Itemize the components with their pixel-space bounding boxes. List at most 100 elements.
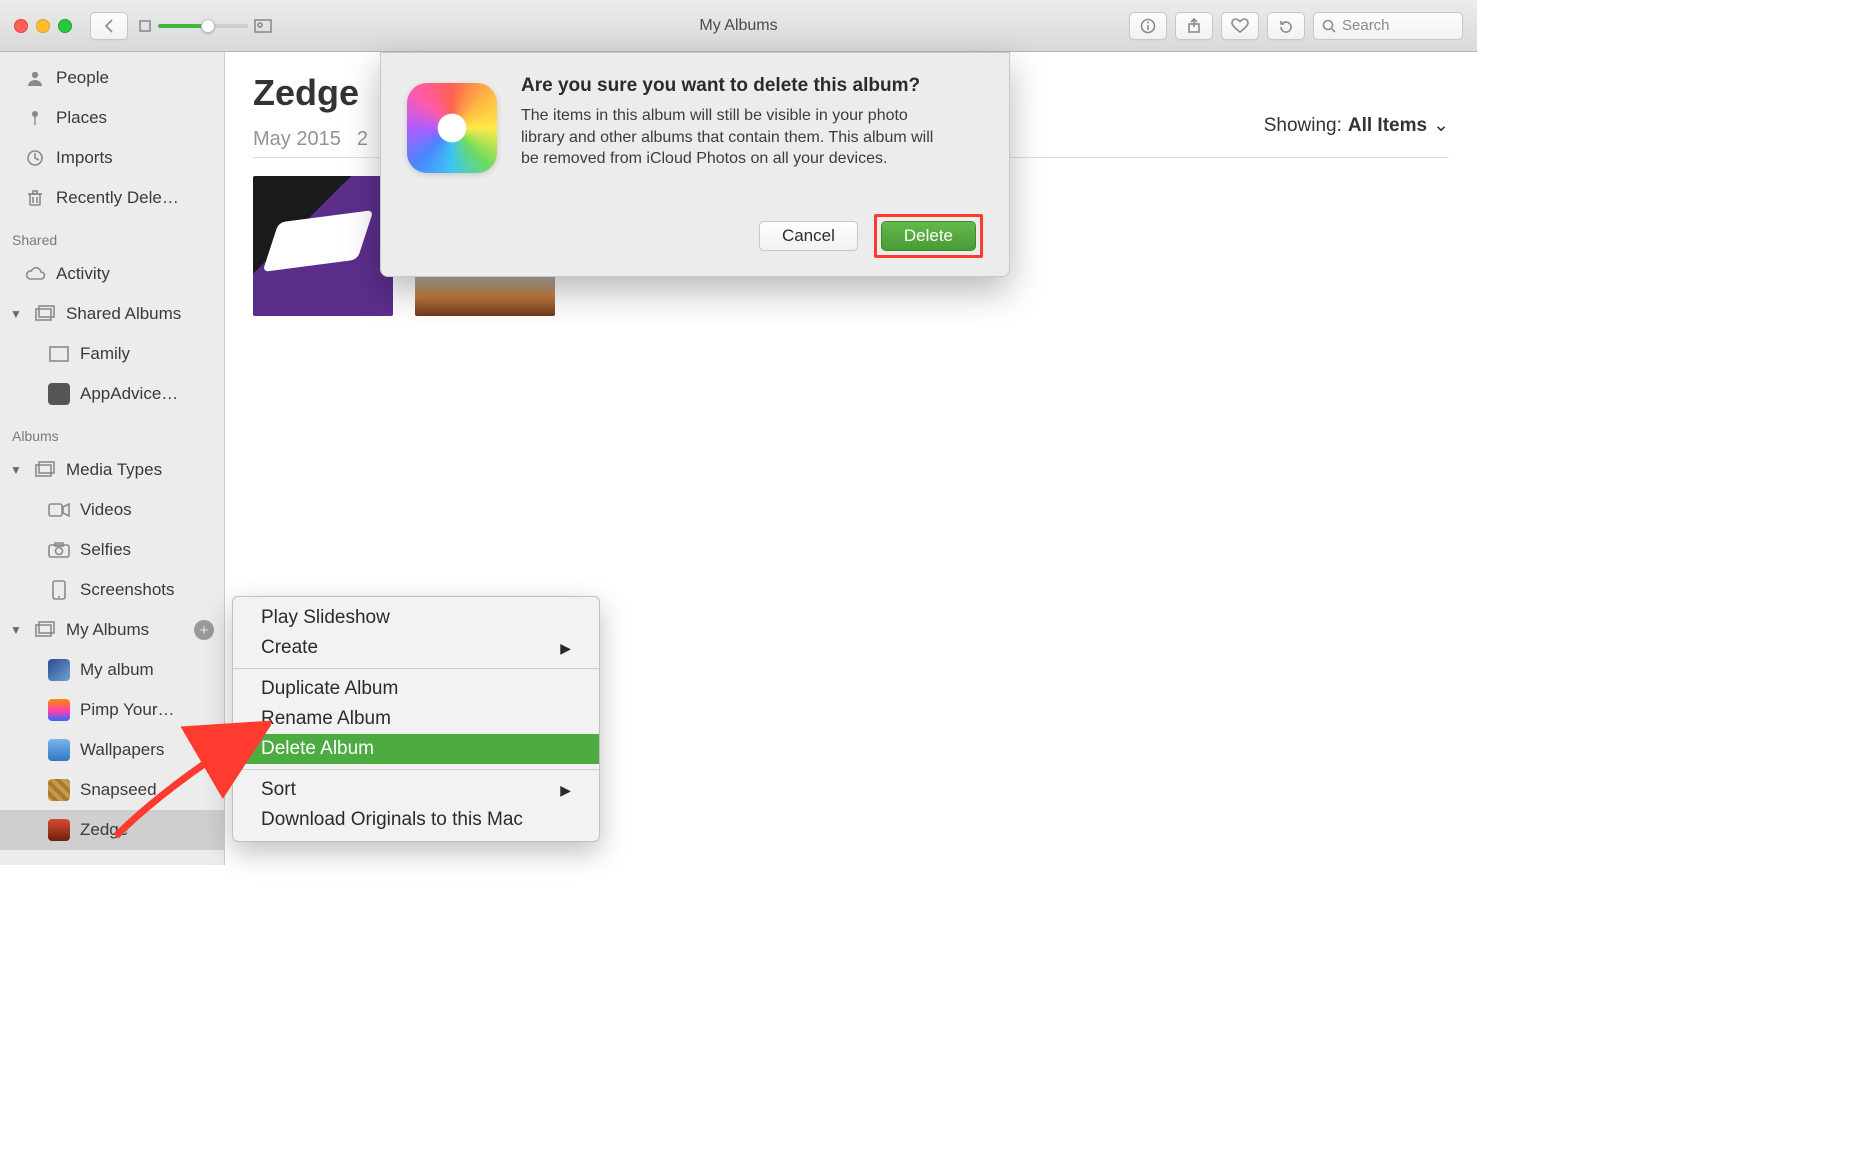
- search-icon: [1322, 19, 1336, 33]
- search-field[interactable]: Search: [1313, 12, 1463, 40]
- dialog-body: The items in this album will still be vi…: [521, 105, 951, 170]
- camera-icon: [48, 539, 70, 561]
- context-menu: Play Slideshow Create ▶ Duplicate Album R…: [232, 596, 600, 842]
- sidebar-item-wallpapers[interactable]: Wallpapers: [0, 730, 224, 770]
- sidebar-item-activity[interactable]: Activity: [0, 254, 224, 294]
- dialog-title: Are you sure you want to delete this alb…: [521, 75, 951, 97]
- button-label: Cancel: [782, 226, 835, 246]
- back-button[interactable]: [90, 12, 128, 40]
- sidebar-section-albums: Albums: [0, 414, 224, 450]
- window-controls: [14, 19, 72, 33]
- sidebar-item-places[interactable]: Places: [0, 98, 224, 138]
- sidebar-label: AppAdvice…: [80, 384, 178, 404]
- pin-icon: [24, 107, 46, 129]
- sidebar-item-zedge[interactable]: Zedge: [0, 810, 224, 850]
- ctx-duplicate-album[interactable]: Duplicate Album: [233, 674, 599, 704]
- annotation-highlight: Delete: [874, 214, 983, 258]
- add-album-button[interactable]: +: [194, 620, 214, 640]
- sidebar-item-videos[interactable]: Videos: [0, 490, 224, 530]
- sidebar-item-imports[interactable]: Imports: [0, 138, 224, 178]
- sidebar-section-shared: Shared: [0, 218, 224, 254]
- albums-icon: [34, 459, 56, 481]
- thumb-large-icon: [254, 19, 272, 33]
- ctx-label: Create: [261, 637, 318, 659]
- share-button[interactable]: [1175, 12, 1213, 40]
- sidebar-item-appadvice[interactable]: AppAdvice…: [0, 374, 224, 414]
- favorite-button[interactable]: [1221, 12, 1259, 40]
- album-icon: [48, 343, 70, 365]
- album-thumb-icon: [48, 779, 70, 801]
- button-label: Delete: [904, 226, 953, 246]
- sidebar-item-family[interactable]: Family: [0, 334, 224, 374]
- device-icon: [48, 579, 70, 601]
- ctx-label: Download Originals to this Mac: [261, 809, 523, 831]
- sidebar-label: Imports: [56, 148, 113, 168]
- ctx-rename-album[interactable]: Rename Album: [233, 704, 599, 734]
- submenu-arrow-icon: ▶: [560, 640, 571, 657]
- minimize-window-button[interactable]: [36, 19, 50, 33]
- sidebar-label: Activity: [56, 264, 110, 284]
- search-placeholder: Search: [1342, 17, 1390, 34]
- showing-filter[interactable]: Showing: All Items ⌄: [1264, 114, 1449, 137]
- sidebar-item-snapseed[interactable]: Snapseed: [0, 770, 224, 810]
- sidebar-label: My Albums: [66, 620, 149, 640]
- submenu-arrow-icon: ▶: [560, 782, 571, 799]
- ctx-label: Sort: [261, 779, 296, 801]
- album-date: May 2015: [253, 128, 341, 151]
- disclosure-triangle-icon[interactable]: ▼: [10, 307, 22, 321]
- rotate-button[interactable]: [1267, 12, 1305, 40]
- albums-icon: [34, 303, 56, 325]
- sidebar-item-screenshots[interactable]: Screenshots: [0, 570, 224, 610]
- photos-app-icon: [407, 83, 497, 173]
- sidebar-item-media-types[interactable]: ▼ Media Types: [0, 450, 224, 490]
- cancel-button[interactable]: Cancel: [759, 221, 858, 251]
- photo-thumbnail[interactable]: [253, 176, 393, 316]
- cloud-icon: [24, 263, 46, 285]
- video-icon: [48, 499, 70, 521]
- disclosure-triangle-icon[interactable]: ▼: [10, 463, 22, 477]
- ctx-separator: [233, 769, 599, 770]
- ctx-label: Duplicate Album: [261, 678, 398, 700]
- ctx-delete-album[interactable]: Delete Album: [233, 734, 599, 764]
- close-window-button[interactable]: [14, 19, 28, 33]
- showing-label: Showing:: [1264, 115, 1342, 137]
- sidebar-item-people[interactable]: People: [0, 58, 224, 98]
- sidebar-label: Snapseed: [80, 780, 157, 800]
- sidebar-label: People: [56, 68, 109, 88]
- sidebar-label: Wallpapers: [80, 740, 164, 760]
- clock-icon: [24, 147, 46, 169]
- delete-button[interactable]: Delete: [881, 221, 976, 251]
- thumbnail-size-slider[interactable]: [138, 19, 272, 33]
- sidebar-item-shared-albums[interactable]: ▼ Shared Albums: [0, 294, 224, 334]
- ctx-download-originals[interactable]: Download Originals to this Mac: [233, 805, 599, 835]
- sidebar-item-pimp-your[interactable]: Pimp Your…: [0, 690, 224, 730]
- sidebar-label: Pimp Your…: [80, 700, 175, 720]
- sidebar-item-selfies[interactable]: Selfies: [0, 530, 224, 570]
- disclosure-triangle-icon[interactable]: ▼: [10, 623, 22, 637]
- sidebar-label: Shared Albums: [66, 304, 181, 324]
- ctx-play-slideshow[interactable]: Play Slideshow: [233, 603, 599, 633]
- sidebar-label: Media Types: [66, 460, 162, 480]
- ctx-label: Delete Album: [261, 738, 374, 760]
- album-thumb-icon: [48, 699, 70, 721]
- sidebar-item-my-album[interactable]: My album: [0, 650, 224, 690]
- sidebar-item-recently-deleted[interactable]: Recently Dele…: [0, 178, 224, 218]
- slider-track[interactable]: [158, 24, 248, 28]
- sidebar-item-my-albums[interactable]: ▼ My Albums +: [0, 610, 224, 650]
- sidebar-label: Screenshots: [80, 580, 175, 600]
- titlebar: My Albums Search: [0, 0, 1477, 52]
- thumb-small-icon: [138, 19, 152, 33]
- showing-value: All Items: [1348, 115, 1427, 137]
- album-thumb-icon: [48, 739, 70, 761]
- sidebar-label: Zedge: [80, 820, 128, 840]
- album-thumb-icon: [48, 819, 70, 841]
- album-count: 2: [357, 128, 368, 151]
- people-icon: [24, 67, 46, 89]
- info-button[interactable]: [1129, 12, 1167, 40]
- zoom-window-button[interactable]: [58, 19, 72, 33]
- ctx-sort[interactable]: Sort ▶: [233, 775, 599, 805]
- ctx-separator: [233, 668, 599, 669]
- ctx-create[interactable]: Create ▶: [233, 633, 599, 663]
- sidebar-label: Videos: [80, 500, 132, 520]
- chevron-down-icon: ⌄: [1433, 114, 1449, 137]
